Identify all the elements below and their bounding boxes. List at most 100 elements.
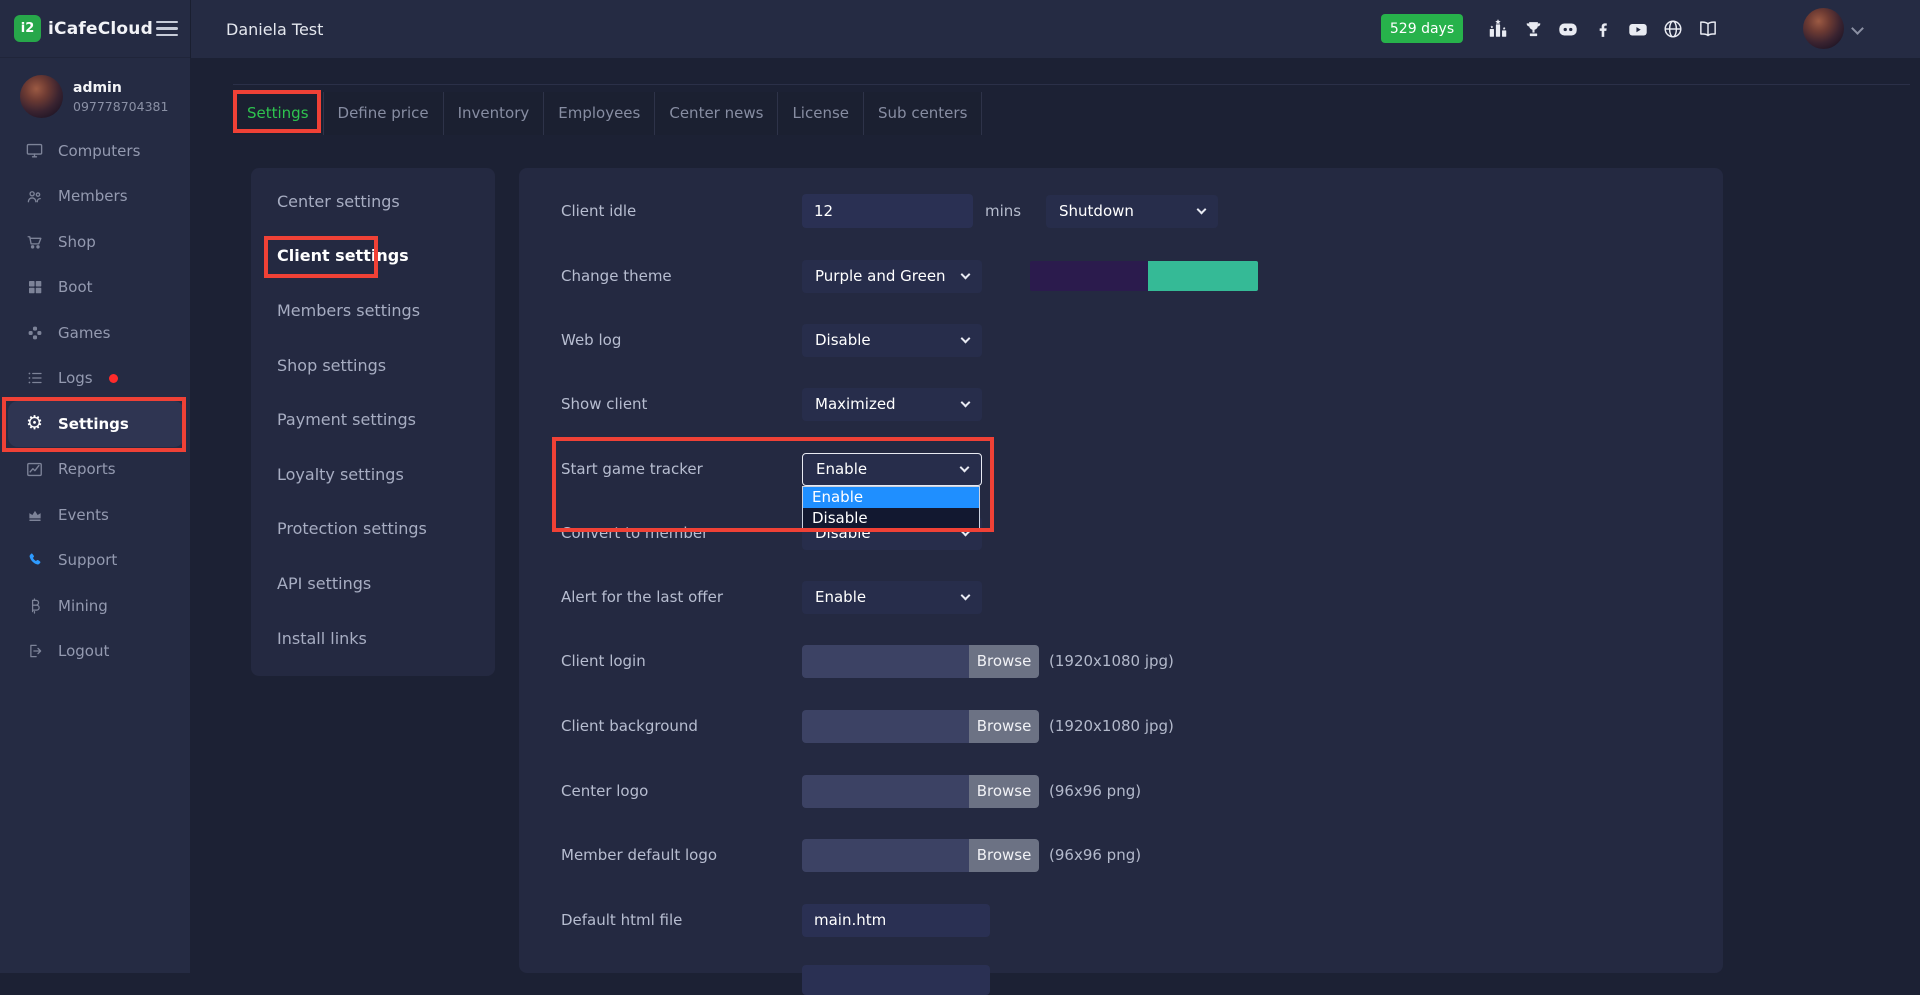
sidebar-item-mining[interactable]: Mining — [0, 583, 190, 629]
chevron-down-icon — [1197, 204, 1207, 214]
show-client-select[interactable]: Maximized — [802, 388, 982, 421]
tab-sub-centers[interactable]: Sub centers — [864, 92, 982, 135]
nav-item-install-links[interactable]: Install links — [251, 611, 495, 666]
sidebar-item-boot[interactable]: Boot — [0, 265, 190, 311]
file-input: Browse — [802, 710, 1039, 743]
change-theme-select[interactable]: Purple and Green — [802, 260, 982, 293]
dropdown-option-disable[interactable]: Disable — [803, 508, 979, 529]
sidebar-item-support[interactable]: Support — [0, 538, 190, 584]
sidebar-item-label: Events — [58, 506, 109, 524]
sidebar-item-members[interactable]: Members — [0, 174, 190, 220]
sidebar-item-label: Mining — [58, 597, 108, 615]
form-row-web-log: Web log Disable — [561, 323, 1683, 357]
sidebar-item-computers[interactable]: Computers — [0, 128, 190, 174]
trophy-icon[interactable] — [1522, 18, 1544, 40]
browse-button[interactable]: Browse — [969, 710, 1039, 743]
form-row-start-game-tracker: Start game tracker Enable — [561, 452, 1683, 486]
select-value: Disable — [815, 331, 871, 349]
facebook-icon[interactable] — [1592, 18, 1614, 40]
form-row-alert-last-offer: Alert for the last offer Enable — [561, 580, 1683, 614]
select-dropdown-list: Enable Disable — [802, 486, 980, 530]
browse-button[interactable]: Browse — [969, 839, 1039, 872]
select-value: Enable — [815, 588, 866, 606]
alert-last-offer-select[interactable]: Enable — [802, 581, 982, 614]
tab-define-price[interactable]: Define price — [324, 92, 444, 135]
client-background-file-field[interactable] — [802, 710, 969, 743]
windows-icon — [25, 278, 44, 297]
field-label: Client idle — [561, 202, 802, 220]
browse-button[interactable]: Browse — [969, 645, 1039, 678]
tab-center-news[interactable]: Center news — [655, 92, 778, 135]
nav-item-protection-settings[interactable]: Protection settings — [251, 502, 495, 557]
nav-item-center-settings[interactable]: Center settings — [251, 174, 495, 229]
sidebar-item-games[interactable]: Games — [0, 310, 190, 356]
sidebar-item-logs[interactable]: Logs — [0, 356, 190, 402]
guide-book-icon[interactable] — [1697, 18, 1719, 40]
tab-license[interactable]: License — [778, 92, 864, 135]
tabs-divider-line — [233, 84, 1910, 85]
leaderboard-icon[interactable] — [1487, 18, 1509, 40]
sidebar-item-label: Logout — [58, 642, 109, 660]
avatar[interactable] — [20, 75, 63, 118]
topbar-icons — [1487, 0, 1719, 58]
field-label: Client login — [561, 652, 802, 670]
center-logo-file-field[interactable] — [802, 775, 969, 808]
avatar[interactable] — [1803, 8, 1844, 49]
form-row-change-theme: Change theme Purple and Green — [561, 259, 1683, 293]
chevron-down-icon — [961, 269, 971, 279]
next-field-partial[interactable] — [802, 965, 990, 995]
tab-settings[interactable]: Settings — [233, 92, 324, 135]
globe-icon[interactable] — [1662, 18, 1684, 40]
menu-toggle-icon[interactable] — [153, 18, 181, 40]
license-days-badge[interactable]: 529 days — [1381, 14, 1463, 43]
user-phone: 097778704381 — [73, 99, 168, 114]
brand-logo[interactable]: i2 iCafeCloud — [14, 15, 153, 42]
chevron-down-icon[interactable] — [1851, 22, 1864, 35]
sidebar-item-label: Computers — [58, 142, 140, 160]
field-label: Client background — [561, 717, 802, 735]
field-label: Change theme — [561, 267, 802, 285]
crown-icon — [25, 505, 44, 524]
form-row-client-background: Client background Browse (1920x1080 jpg) — [561, 709, 1683, 743]
nav-item-shop-settings[interactable]: Shop settings — [251, 338, 495, 393]
client-idle-input[interactable] — [802, 194, 973, 228]
tab-employees[interactable]: Employees — [544, 92, 655, 135]
file-input: Browse — [802, 775, 1039, 808]
start-game-tracker-select[interactable]: Enable — [802, 453, 982, 486]
center-title: Daniela Test — [226, 0, 323, 58]
brand-logo-icon: i2 — [14, 15, 41, 42]
form-row-client-idle: Client idle mins Shutdown — [561, 194, 1683, 228]
nav-item-api-settings[interactable]: API settings — [251, 556, 495, 611]
member-default-logo-file-field[interactable] — [802, 839, 969, 872]
nav-item-payment-settings[interactable]: Payment settings — [251, 392, 495, 447]
tab-inventory[interactable]: Inventory — [444, 92, 545, 135]
default-html-file-input[interactable] — [802, 904, 990, 937]
browse-button[interactable]: Browse — [969, 775, 1039, 808]
sidebar-item-events[interactable]: Events — [0, 492, 190, 538]
client-idle-action-select[interactable]: Shutdown — [1046, 195, 1218, 228]
nav-item-client-settings[interactable]: Client settings — [251, 229, 495, 284]
web-log-select[interactable]: Disable — [802, 324, 982, 357]
client-login-file-field[interactable] — [802, 645, 969, 678]
logout-icon — [25, 642, 44, 661]
youtube-icon[interactable] — [1627, 18, 1649, 40]
sidebar-item-logout[interactable]: Logout — [0, 629, 190, 675]
chart-icon — [25, 460, 44, 479]
sidebar-item-shop[interactable]: Shop — [0, 219, 190, 265]
notification-dot — [109, 374, 118, 383]
user-name: admin — [73, 80, 122, 96]
nav-item-loyalty-settings[interactable]: Loyalty settings — [251, 447, 495, 502]
chevron-down-icon — [961, 590, 971, 600]
discord-icon[interactable] — [1557, 18, 1579, 40]
chevron-down-icon — [961, 397, 971, 407]
field-label: Member default logo — [561, 846, 802, 864]
sidebar-item-reports[interactable]: Reports — [0, 447, 190, 493]
nav-item-members-settings[interactable]: Members settings — [251, 283, 495, 338]
members-icon — [25, 187, 44, 206]
topbar: Daniela Test 529 days — [190, 0, 1920, 58]
dropdown-option-enable[interactable]: Enable — [803, 487, 979, 508]
select-value: Enable — [816, 460, 867, 478]
sidebar-menu: Computers Members Shop Boot — [0, 128, 190, 674]
sidebar-item-settings[interactable]: ⚙ Settings — [8, 401, 184, 447]
sidebar-item-label: Boot — [58, 278, 93, 296]
